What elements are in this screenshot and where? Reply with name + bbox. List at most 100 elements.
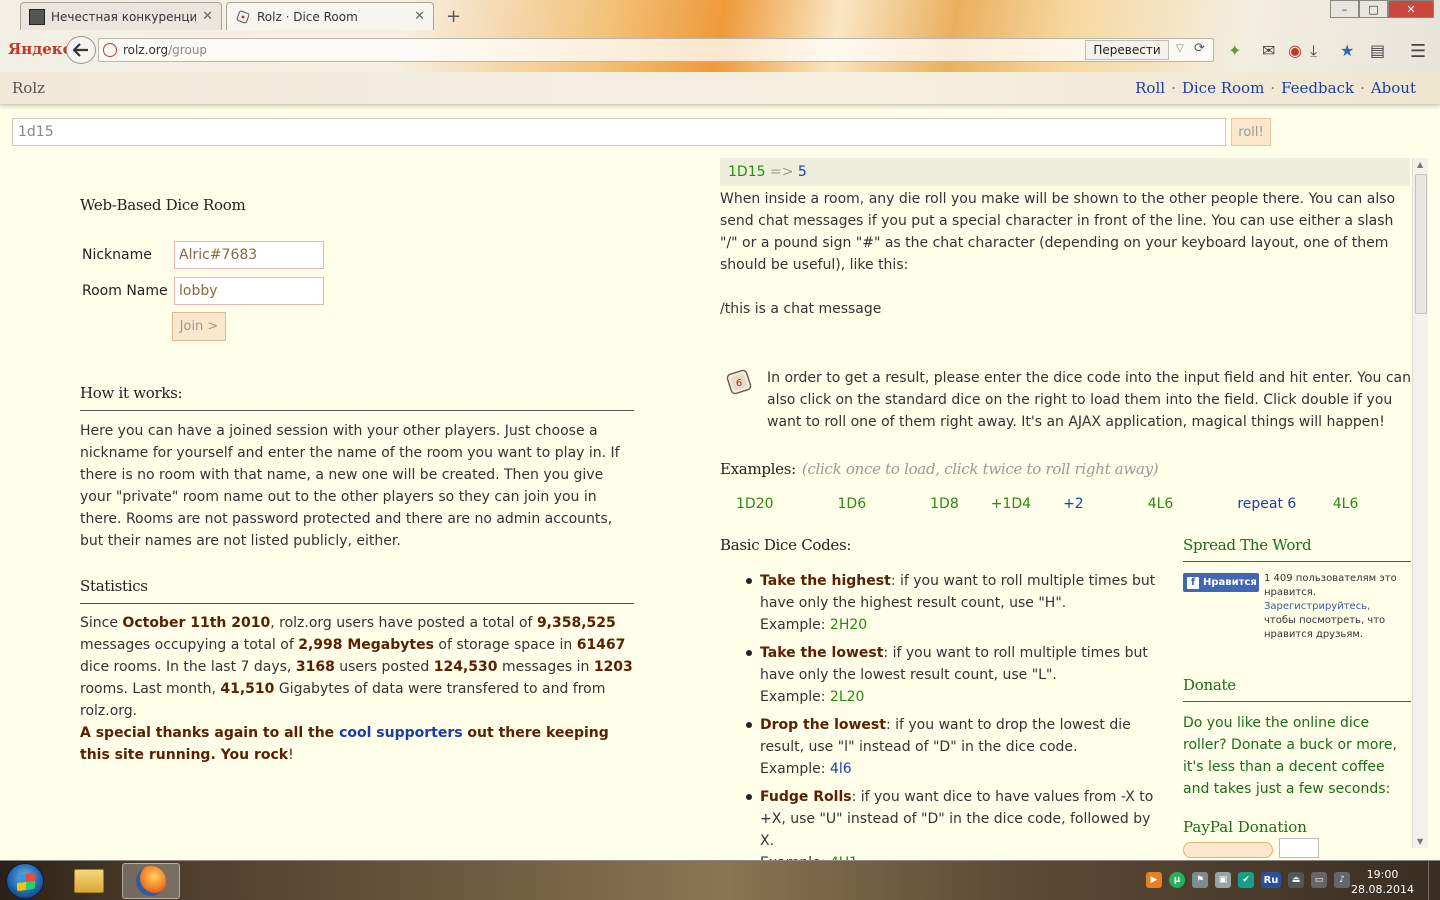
- how-it-works-heading: How it works:: [80, 384, 634, 411]
- cool-supporters-link[interactable]: cool supporters: [339, 725, 463, 741]
- minimize-button[interactable]: –: [1330, 0, 1359, 18]
- back-button[interactable]: [66, 36, 96, 64]
- paypal-amount-input[interactable]: [1279, 838, 1319, 858]
- example-code[interactable]: 2H20: [830, 617, 867, 633]
- tab-close-icon[interactable]: ✕: [414, 9, 425, 24]
- usb-icon[interactable]: ⏏: [1288, 872, 1304, 888]
- donate-heading: Donate: [1183, 676, 1411, 702]
- maximize-button[interactable]: □: [1359, 0, 1388, 18]
- download-icon[interactable]: ⤓: [1310, 41, 1317, 61]
- nav-separator: ·: [1171, 79, 1176, 97]
- facebook-icon: f: [1187, 576, 1199, 589]
- dice-codes-list: Take the highest: if you want to roll mu…: [744, 570, 1164, 880]
- network-icon[interactable]: ▭: [1311, 872, 1327, 888]
- system-tray: ▶ µ ⚑ ▣ ✔ Ru ⏏ ▭ ♪: [1146, 872, 1350, 888]
- tab-rolz-dice-room[interactable]: Rolz · Dice Room ✕: [226, 2, 434, 30]
- list-item: Take the lowest: if you want to roll mul…: [744, 642, 1164, 708]
- new-tab-button[interactable]: +: [446, 6, 461, 27]
- nav-roll[interactable]: Roll: [1135, 79, 1165, 97]
- scroll-down-icon[interactable]: ▼: [1417, 837, 1423, 846]
- example-1d20[interactable]: 1D20: [736, 496, 806, 512]
- site-identity-icon[interactable]: [103, 43, 117, 57]
- nav-separator: ·: [1360, 79, 1365, 97]
- dice-favicon-icon: [235, 9, 251, 25]
- close-window-button[interactable]: ✕: [1388, 0, 1434, 18]
- url-text[interactable]: rolz.org/group: [123, 43, 207, 57]
- dice-help-text: In order to get a result, please enter t…: [767, 370, 1412, 430]
- example-code[interactable]: 4l6: [830, 761, 852, 777]
- example-4l6[interactable]: 4L6: [1148, 496, 1206, 512]
- eye-addon-icon[interactable]: ◉: [1288, 41, 1302, 60]
- facebook-register-link[interactable]: Зарегистрируйтесь,: [1264, 601, 1370, 612]
- back-arrow-icon: [73, 43, 88, 57]
- room-name-row: Room Name: [82, 277, 324, 305]
- device-icon[interactable]: ▣: [1215, 872, 1231, 888]
- scroll-up-icon[interactable]: ▲: [1417, 160, 1423, 169]
- firefox-icon: [136, 866, 166, 896]
- dice-code-input[interactable]: [12, 118, 1226, 146]
- basic-dice-codes-heading: Basic Dice Codes:: [720, 536, 852, 554]
- dice-icon: 6: [724, 368, 754, 396]
- examples-hint: (click once to load, click twice to roll…: [801, 460, 1159, 478]
- site-logo[interactable]: Rolz: [12, 79, 45, 97]
- nickname-input[interactable]: [174, 241, 324, 269]
- site-header: Rolz Roll · Dice Room · Feedback · About: [0, 72, 1440, 105]
- nav-dice-room[interactable]: Dice Room: [1182, 79, 1264, 97]
- facebook-like-text: 1 409 пользователям это нравится. Зареги…: [1264, 573, 1397, 640]
- yandex-logo[interactable]: Яндекс: [8, 40, 72, 58]
- chat-help-text: When inside a room, any die roll you mak…: [720, 191, 1396, 273]
- url-dropdown-icon[interactable]: ▽: [1176, 43, 1184, 54]
- list-item: Drop the lowest: if you want to drop the…: [744, 714, 1164, 780]
- security-check-icon[interactable]: ✔: [1238, 872, 1254, 888]
- language-indicator[interactable]: Ru: [1261, 872, 1281, 888]
- chat-example: /this is a chat message: [720, 301, 882, 317]
- examples-list: 1D20 1D6 1D8 +1D4 +2 4L6 repeat 6 4L6: [736, 496, 1422, 512]
- nav-about[interactable]: About: [1371, 79, 1416, 97]
- bookmarks-list-icon[interactable]: ▤: [1370, 41, 1385, 60]
- translate-button[interactable]: Перевести: [1085, 40, 1169, 60]
- thanks-text: A special thanks again to all the cool s…: [80, 725, 609, 763]
- clock-time: 19:00: [1366, 868, 1399, 881]
- tab-close-icon[interactable]: ✕: [202, 9, 213, 24]
- room-name-input[interactable]: [174, 277, 324, 305]
- system-clock[interactable]: 19:00 28.08.2014: [1351, 867, 1414, 897]
- clock-date: 28.08.2014: [1351, 883, 1414, 896]
- example-1d8-1d4-2[interactable]: 1D8 +1D4 +2: [930, 496, 1116, 512]
- mail-icon[interactable]: ✉: [1262, 41, 1275, 60]
- paypal-donate-button[interactable]: [1183, 842, 1273, 858]
- join-button[interactable]: Join >: [172, 312, 226, 341]
- windows-logo-icon: [17, 872, 35, 892]
- address-bar[interactable]: rolz.org/group: [98, 38, 1214, 62]
- paypal-form: [1183, 838, 1333, 858]
- bookmark-star-icon[interactable]: ★: [1340, 41, 1354, 60]
- roll-button[interactable]: roll!: [1231, 118, 1271, 146]
- media-player-icon[interactable]: ▶: [1146, 872, 1162, 888]
- example-repeat-6-4l6[interactable]: repeat 6 4L6: [1237, 496, 1390, 512]
- nickname-row: Nickname: [82, 241, 324, 269]
- scrollbar-thumb[interactable]: [1415, 174, 1427, 314]
- flag-alert-icon[interactable]: ⚑: [1192, 872, 1208, 888]
- roll-result: 1D15 => 5: [720, 158, 1410, 186]
- result-code: 1D15: [728, 164, 766, 180]
- explorer-taskbar-button[interactable]: [60, 863, 118, 899]
- example-code[interactable]: 2L20: [830, 689, 865, 705]
- nav-feedback[interactable]: Feedback: [1281, 79, 1354, 97]
- room-name-label: Room Name: [82, 283, 168, 299]
- donate-text: Do you like the online dice roller? Dona…: [1183, 715, 1397, 797]
- example-1d6[interactable]: 1D6: [838, 496, 899, 512]
- start-button[interactable]: [6, 863, 44, 899]
- tab-title: Rolz · Dice Room: [257, 9, 358, 24]
- utorrent-icon[interactable]: µ: [1169, 872, 1185, 888]
- nav-separator: ·: [1270, 79, 1276, 97]
- firefox-taskbar-button[interactable]: [122, 863, 180, 899]
- svg-text:6: 6: [736, 378, 742, 389]
- show-desktop-button[interactable]: [1428, 861, 1440, 900]
- extension-leaf-icon[interactable]: ✦: [1228, 41, 1241, 60]
- site-nav: Roll · Dice Room · Feedback · About: [1135, 79, 1416, 97]
- volume-icon[interactable]: ♪: [1334, 872, 1350, 888]
- examples-heading: Examples: (click once to load, click twic…: [720, 460, 1159, 478]
- reload-icon[interactable]: ⟳: [1194, 41, 1205, 56]
- tab-unfair-competition[interactable]: Нечестная конкуренция. ... ✕: [20, 2, 222, 30]
- facebook-like-button[interactable]: f Нравится: [1183, 573, 1259, 592]
- menu-icon[interactable]: ☰: [1410, 41, 1426, 62]
